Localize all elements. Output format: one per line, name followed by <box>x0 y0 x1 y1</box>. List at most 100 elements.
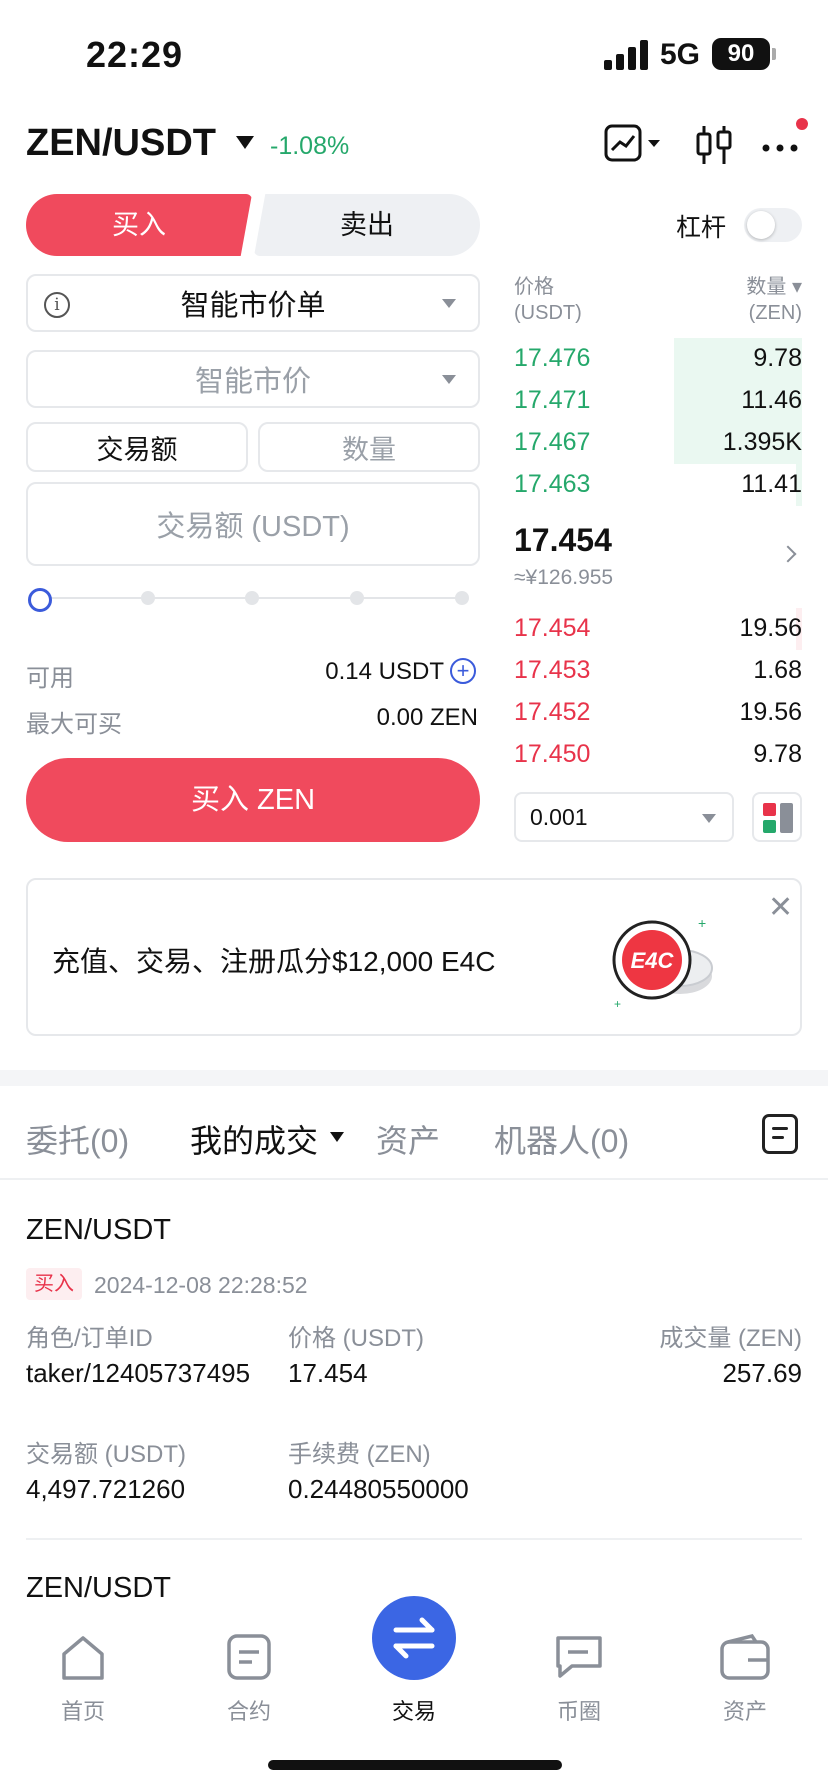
chevron-down-icon <box>702 814 716 823</box>
toggle-knob <box>747 211 775 239</box>
last-price: 17.454 <box>514 522 612 558</box>
amount-mode-total-label: 交易额 <box>96 434 178 465</box>
nav-assets-label[interactable]: 资产 <box>690 1694 800 1726</box>
bid-row[interactable]: 17.450 9.78 <box>514 734 802 776</box>
fee-label: 手续费 (ZEN) <box>288 1441 431 1468</box>
ask-row[interactable]: 17.476 9.78 <box>514 338 802 380</box>
price-label: 价格 (USDT) <box>288 1325 424 1352</box>
chevron-down-icon[interactable] <box>236 136 254 149</box>
candlestick-icon[interactable] <box>694 124 734 166</box>
chevron-down-icon <box>442 375 456 384</box>
chevron-down-icon <box>442 299 456 308</box>
amount-input[interactable]: 交易额 (USDT) <box>26 482 480 566</box>
leverage-toggle[interactable] <box>744 208 802 242</box>
chevron-down-icon[interactable] <box>330 1132 344 1142</box>
available-value: 0.14 USDT <box>325 658 444 685</box>
tab-sell[interactable]: 卖出 <box>254 194 480 256</box>
amount-slider-knob[interactable] <box>28 588 52 612</box>
ask-row[interactable]: 17.467 1.395K <box>514 422 802 464</box>
order-type-value: 智能市价单 <box>180 290 326 322</box>
amount-label: 交易额 (USDT) <box>26 1441 186 1468</box>
ask-price: 17.476 <box>514 344 591 372</box>
orderbook-layout-icon[interactable] <box>752 792 802 842</box>
bid-price: 17.452 <box>514 698 591 726</box>
price-value: 17.454 <box>288 1358 368 1388</box>
fee-value: 0.24480550000 <box>288 1474 469 1504</box>
promo-banner[interactable]: 充值、交易、注册瓜分$12,000 E4C ✕ E4C + + <box>26 878 802 1036</box>
order-type-select[interactable]: i 智能市价单 <box>26 274 480 332</box>
nav-contract-label[interactable]: 合约 <box>194 1694 304 1726</box>
slider-step[interactable] <box>141 591 155 605</box>
price-header-unit: (USDT) <box>514 302 582 324</box>
bid-price: 17.450 <box>514 740 591 768</box>
amount-mode-qty-label: 数量 <box>342 434 396 465</box>
chat-icon[interactable] <box>524 1630 634 1682</box>
slider-step[interactable] <box>350 591 364 605</box>
tab-my-trades[interactable]: 我的成交 <box>190 1116 318 1162</box>
price-mode-select[interactable]: 智能市价 <box>26 350 480 408</box>
role-label: 角色/订单ID <box>26 1325 153 1352</box>
chevron-right-icon[interactable] <box>779 545 797 563</box>
amount-mode-qty[interactable]: 数量 <box>258 422 480 472</box>
role-value: taker/12405737495 <box>26 1358 251 1388</box>
chart-icon[interactable] <box>604 124 664 164</box>
contract-icon[interactable] <box>194 1630 304 1682</box>
tab-assets[interactable]: 资产 <box>376 1116 440 1162</box>
volume-value: 257.69 <box>722 1358 802 1388</box>
slider-step[interactable] <box>245 591 259 605</box>
tab-bots[interactable]: 机器人(0) <box>494 1116 629 1162</box>
pair-selector[interactable]: ZEN/USDT <box>26 122 216 165</box>
more-icon[interactable] <box>760 124 800 164</box>
last-price-cny: ≈¥126.955 <box>514 566 614 589</box>
battery-tip <box>772 48 776 60</box>
max-buy-label: 最大可买 <box>26 711 122 738</box>
tab-buy[interactable]: 买入 <box>26 194 252 256</box>
bid-row[interactable]: 17.454 19.56 <box>514 608 802 650</box>
nav-home-label[interactable]: 首页 <box>28 1694 138 1726</box>
bid-qty: 19.56 <box>739 698 802 726</box>
ask-qty: 1.395K <box>722 428 802 456</box>
deposit-plus-icon[interactable]: + <box>450 658 476 684</box>
ask-price: 17.471 <box>514 386 591 414</box>
bid-qty: 19.56 <box>739 614 802 642</box>
home-indicator[interactable] <box>268 1760 562 1770</box>
tab-open-orders[interactable]: 委托(0) <box>26 1116 129 1162</box>
orderbook-qty-header[interactable]: 数量 ▾ (ZEN) <box>746 274 802 326</box>
bid-price: 17.453 <box>514 656 591 684</box>
e4c-coin-icon: E4C + + <box>612 915 713 1011</box>
precision-value: 0.001 <box>530 804 588 830</box>
available-label: 可用 <box>26 665 74 692</box>
ask-price: 17.467 <box>514 428 591 456</box>
bid-row[interactable]: 17.453 1.68 <box>514 650 802 692</box>
amount-mode-total[interactable]: 交易额 <box>26 422 248 472</box>
amount-input-placeholder: 交易额 (USDT) <box>156 511 350 543</box>
swap-icon[interactable] <box>372 1596 456 1680</box>
document-icon[interactable] <box>762 1114 798 1154</box>
promo-text: 充值、交易、注册瓜分$12,000 E4C <box>52 946 496 977</box>
precision-select[interactable]: 0.001 <box>514 792 734 842</box>
amount-value: 4,497.721260 <box>26 1474 186 1504</box>
wallet-icon[interactable] <box>690 1630 800 1682</box>
qty-header-unit: (ZEN) <box>748 302 802 324</box>
section-gap <box>0 1070 828 1086</box>
trade-pair: ZEN/USDT <box>26 1214 171 1246</box>
ask-row[interactable]: 17.471 11.46 <box>514 380 802 422</box>
buy-submit-button[interactable]: 买入 ZEN <box>26 758 480 842</box>
bid-qty: 1.68 <box>753 656 802 684</box>
status-time: 22:29 <box>86 34 184 75</box>
home-icon[interactable] <box>28 1630 138 1682</box>
slider-step[interactable] <box>455 591 469 605</box>
ask-price: 17.463 <box>514 470 591 498</box>
trade-time: 2024-12-08 22:28:52 <box>94 1272 308 1298</box>
nav-community-label[interactable]: 币圈 <box>524 1694 634 1726</box>
qty-header-label: 数量 ▾ <box>746 276 802 298</box>
close-icon[interactable]: ✕ <box>768 890 793 925</box>
bid-row[interactable]: 17.452 19.56 <box>514 692 802 734</box>
price-mode-value: 智能市价 <box>194 366 311 398</box>
orderbook-price-header: 价格 (USDT) <box>514 274 582 326</box>
price-change: -1.08% <box>270 132 350 160</box>
ask-row[interactable]: 17.463 11.41 <box>514 464 802 506</box>
status-bar: 22:29 5G 90 <box>0 0 828 110</box>
bid-price: 17.454 <box>514 614 591 642</box>
nav-trade-label[interactable]: 交易 <box>359 1694 469 1726</box>
